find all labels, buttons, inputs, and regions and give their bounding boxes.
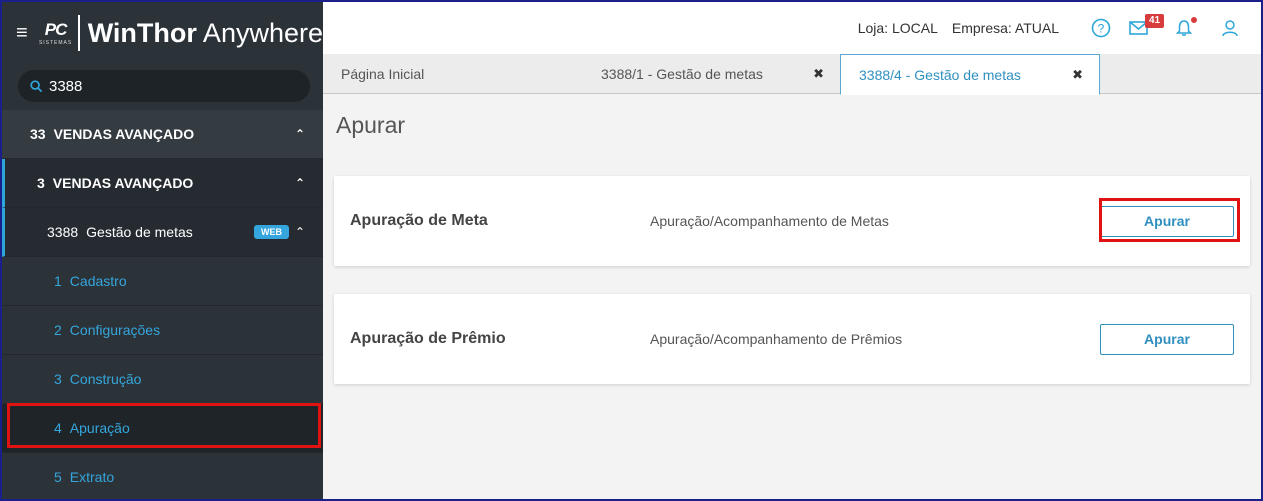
card-apuracao-meta: Apuração de Meta Apuração/Acompanhamento…: [334, 176, 1250, 266]
tab-3388-1[interactable]: 3388/1 - Gestão de metas ✖: [583, 54, 840, 94]
menu-item-apuracao[interactable]: 4 Apuração: [2, 404, 323, 453]
card-apuracao-premio: Apuração de Prêmio Apuração/Acompanhamen…: [334, 294, 1250, 384]
brand-bold: WinThor: [87, 17, 197, 48]
logo-text: PC: [44, 20, 68, 39]
menu-item-number: 3388: [47, 224, 79, 240]
close-icon[interactable]: ✖: [1072, 67, 1083, 83]
user-icon[interactable]: [1221, 19, 1239, 37]
tab-label: Página Inicial: [341, 66, 425, 82]
page-title: Apurar: [336, 112, 406, 138]
top-bar: Loja: LOCAL Empresa: ATUAL ? 41: [323, 2, 1261, 54]
card-title: Apuração de Meta: [350, 212, 488, 229]
content-area: Apurar Apuração de Meta Apuração/Acompan…: [323, 112, 1261, 384]
search-input[interactable]: [49, 77, 289, 95]
menu-item-3388-gestao-de-metas[interactable]: 3388 Gestão de metas WEB ⌃: [2, 208, 323, 257]
menu-item-label: Gestão de metas: [86, 224, 193, 240]
company-label: Empresa: ATUAL: [951, 20, 1059, 36]
mail-icon[interactable]: 41: [1129, 14, 1165, 36]
menu-item-33-vendas-avancado[interactable]: 33 VENDAS AVANÇADO ⌃: [2, 110, 323, 159]
chevron-up-icon[interactable]: ⌃: [295, 225, 305, 239]
bell-icon[interactable]: [1175, 17, 1197, 37]
sidebar: ≡ PC SISTEMAS WinThor Anywhere 33 VENDAS…: [2, 2, 323, 499]
menu-item-number: 4: [54, 420, 62, 436]
close-icon[interactable]: ✖: [813, 66, 824, 82]
brand-title: WinThor Anywhere: [88, 18, 323, 49]
app-window: ≡ PC SISTEMAS WinThor Anywhere 33 VENDAS…: [0, 0, 1263, 501]
search-box[interactable]: [18, 70, 310, 102]
menu-item-configuracoes[interactable]: 2 Configurações: [2, 306, 323, 355]
main-area: Loja: LOCAL Empresa: ATUAL ? 41 Página I…: [323, 2, 1261, 499]
menu-item-number: 1: [54, 273, 62, 289]
logo-subtext: SISTEMAS: [38, 40, 73, 46]
tab-pagina-inicial[interactable]: Página Inicial: [323, 54, 583, 94]
search-icon: [30, 79, 43, 92]
apurar-meta-button[interactable]: Apurar: [1100, 205, 1234, 237]
menu-item-label: Apuração: [69, 420, 130, 436]
menu-item-label: Configurações: [69, 322, 161, 338]
apurar-premio-button[interactable]: Apurar: [1100, 323, 1234, 355]
menu-item-label: Cadastro: [69, 273, 127, 289]
notification-dot: [1191, 17, 1197, 23]
tab-label: 3388/4 - Gestão de metas: [859, 66, 1021, 83]
menu-item-number: 33: [30, 126, 46, 142]
menu-item-label: Construção: [69, 371, 142, 387]
menu-item-construcao[interactable]: 3 Construção: [2, 355, 323, 404]
menu-item-label: Extrato: [69, 469, 115, 485]
card-description: Apuração/Acompanhamento de Metas: [650, 213, 889, 229]
menu-item-3-vendas-avancado[interactable]: 3 VENDAS AVANÇADO ⌃: [2, 159, 323, 208]
help-icon[interactable]: ?: [1091, 18, 1111, 38]
mail-count-badge: 41: [1145, 14, 1165, 28]
card-title: Apuração de Prêmio: [350, 330, 506, 347]
menu-item-extrato[interactable]: 5 Extrato: [2, 453, 323, 499]
chevron-up-icon[interactable]: ⌃: [295, 127, 305, 141]
card-description: Apuração/Acompanhamento de Prêmios: [650, 331, 903, 347]
chevron-up-icon[interactable]: ⌃: [295, 176, 305, 190]
tab-3388-4[interactable]: 3388/4 - Gestão de metas ✖: [840, 54, 1100, 95]
logo-bar: ≡ PC SISTEMAS WinThor Anywhere: [2, 2, 323, 64]
menu-item-cadastro[interactable]: 1 Cadastro: [2, 257, 323, 306]
menu-item-number: 5: [54, 469, 62, 485]
tab-bar: Página Inicial 3388/1 - Gestão de metas …: [323, 54, 1261, 95]
brand-light: Anywhere: [196, 17, 323, 48]
menu-item-label: VENDAS AVANÇADO: [53, 126, 195, 142]
tab-label: 3388/1 - Gestão de metas: [601, 66, 763, 82]
pc-logo: PC SISTEMAS: [39, 16, 72, 50]
menu-item-number: 3: [54, 371, 62, 387]
svg-text:?: ?: [1098, 22, 1105, 36]
logo-divider: [78, 15, 80, 51]
hamburger-menu-icon[interactable]: ≡: [16, 22, 35, 45]
menu-item-number: 3: [37, 175, 45, 191]
menu-item-number: 2: [54, 322, 62, 338]
store-label: Loja: LOCAL: [857, 20, 938, 36]
menu-item-label: VENDAS AVANÇADO: [52, 175, 194, 191]
web-badge: WEB: [254, 225, 289, 239]
sidebar-menu: 33 VENDAS AVANÇADO ⌃ 3 VENDAS AVANÇADO ⌃…: [2, 110, 323, 499]
